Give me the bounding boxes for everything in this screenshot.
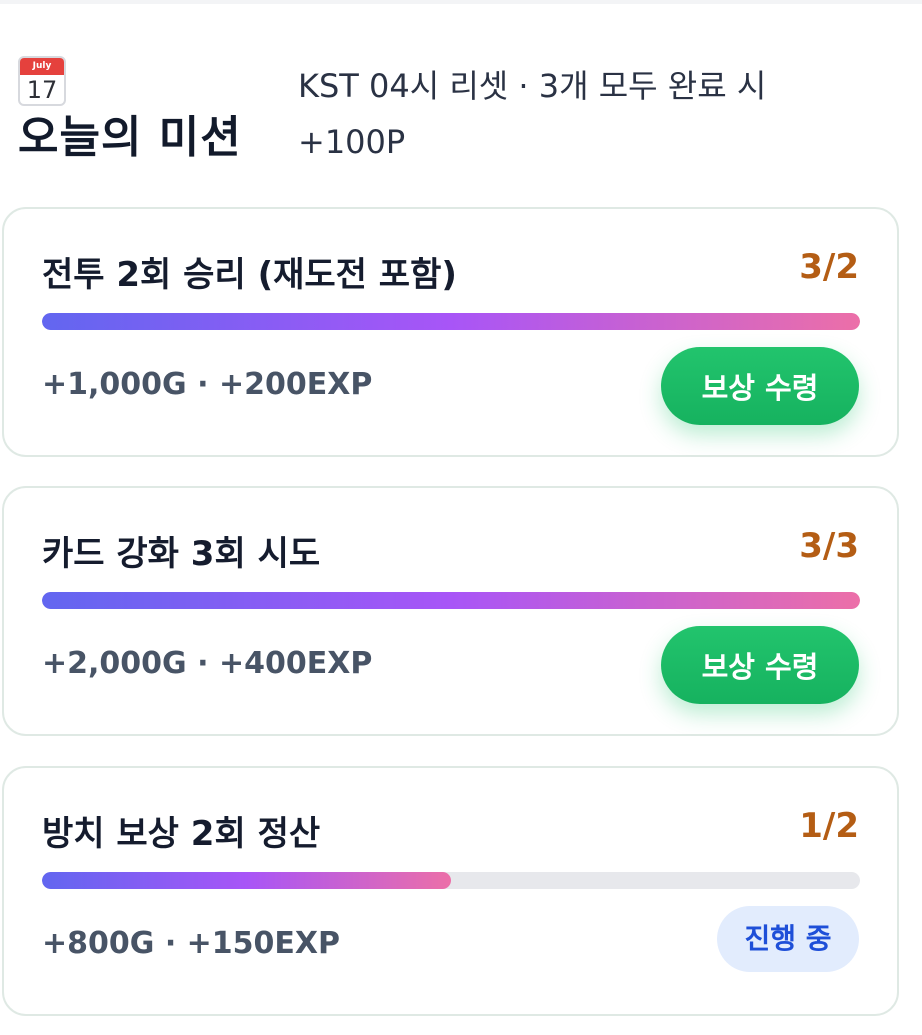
calendar-icon: July 17 <box>18 56 66 106</box>
reset-info-text: KST 04시 리셋 · 3개 모두 완료 시 +100P <box>298 67 767 161</box>
mission-reward: +1,000G · +200EXP <box>42 367 373 402</box>
page-title: 오늘의 미션 <box>18 112 242 163</box>
calendar-day: 17 <box>26 76 58 104</box>
claim-reward-button[interactable]: 보상 수령 <box>661 347 859 425</box>
mission-title: 방치 보상 2회 정산 <box>42 814 321 854</box>
mission-progress-fill <box>42 313 860 330</box>
mission-reward: +800G · +150EXP <box>42 926 341 961</box>
mission-card: 전투 2회 승리 (재도전 포함) 3/2 +1,000G · +200EXP … <box>2 207 899 457</box>
mission-progress-count: 1/2 <box>799 806 859 846</box>
mission-reward: +2,000G · +400EXP <box>42 646 373 681</box>
calendar-month: July <box>20 58 64 75</box>
mission-card: 방치 보상 2회 정산 1/2 +800G · +150EXP 진행 중 <box>2 766 899 1016</box>
mission-title: 카드 강화 3회 시도 <box>42 534 321 574</box>
top-divider <box>0 0 922 4</box>
mission-progress-fill <box>42 592 860 609</box>
mission-title: 전투 2회 승리 (재도전 포함) <box>42 255 457 295</box>
mission-progress-bar <box>42 313 860 330</box>
in-progress-badge: 진행 중 <box>717 906 859 972</box>
mission-progress-count: 3/3 <box>799 526 859 566</box>
claim-reward-button[interactable]: 보상 수령 <box>661 626 859 704</box>
mission-progress-count: 3/2 <box>799 247 859 287</box>
mission-progress-bar <box>42 872 860 889</box>
daily-missions-header: July 17 오늘의 미션 KST 04시 리셋 · 3개 모두 완료 시 +… <box>18 48 898 178</box>
mission-progress-bar <box>42 592 860 609</box>
mission-progress-fill <box>42 872 451 889</box>
header-title-group: July 17 오늘의 미션 <box>18 48 278 170</box>
mission-card: 카드 강화 3회 시도 3/3 +2,000G · +400EXP 보상 수령 <box>2 486 899 736</box>
